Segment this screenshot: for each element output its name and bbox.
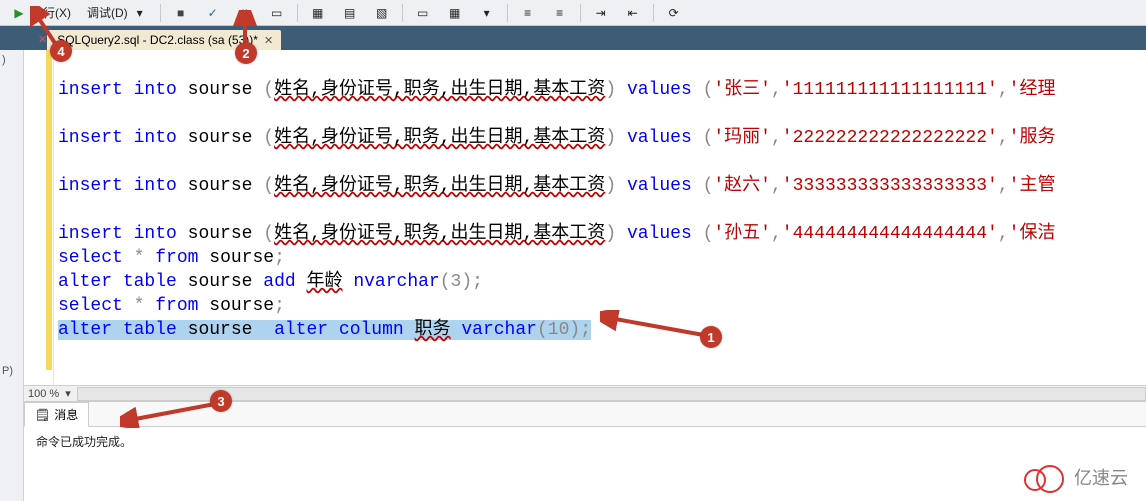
annotation-badge-1: 1 — [700, 326, 722, 348]
play-icon: ▶ — [11, 5, 27, 21]
messages-tab[interactable]: 🗒 消息 — [24, 402, 89, 427]
toolbar-btn-5[interactable]: ▧ — [367, 2, 397, 24]
grid-cog-icon: ⌗ — [237, 5, 253, 21]
separator — [653, 4, 654, 22]
separator — [402, 4, 403, 22]
left-label-1: ) — [0, 50, 23, 70]
messages-tabs: 🗒 消息 — [24, 402, 1146, 427]
code-line: insert into sourse (姓名,身份证号,职务,出生日期,基本工资… — [58, 176, 1055, 196]
zoom-value[interactable]: 100 % — [28, 388, 59, 400]
code-line-selected: alter table sourse alter column 职务 varch… — [58, 320, 591, 340]
separator — [297, 4, 298, 22]
stop-icon: ■ — [173, 5, 189, 21]
chevron-down-icon: ▾ — [132, 5, 148, 21]
debug-button[interactable]: 调试(D) ▾ — [80, 2, 155, 24]
outdent-icon: ≡ — [552, 5, 568, 21]
refresh-icon: ⟳ — [666, 5, 682, 21]
messages-pane: 🗒 消息 命令已成功完成。 — [24, 401, 1146, 501]
toolbar-btn-11[interactable]: ⟳ — [659, 2, 689, 24]
step-out-icon: ⇤ — [625, 5, 641, 21]
toolbar-btn-9[interactable]: ⇥ — [586, 2, 616, 24]
message-icon: 🗒 — [35, 408, 50, 422]
toolbar: ▶ 执行(X) 调试(D) ▾ ■ ✓ ⌗ ▭ ▦ ▤ ▧ ▭ ▦ ▾ ≡ ≡ … — [0, 0, 1146, 26]
toolbar-btn-8[interactable]: ▾ — [472, 2, 502, 24]
watermark: 亿速云 — [1022, 463, 1128, 491]
messages-body: 命令已成功完成。 — [24, 427, 1146, 456]
change-indicator — [46, 50, 52, 370]
chevron-down-icon: ▾ — [479, 5, 495, 21]
results-file-icon: ▧ — [374, 5, 390, 21]
indent-button[interactable]: ≡ — [513, 2, 543, 24]
toolbar-btn-1[interactable]: ⌗ — [230, 2, 260, 24]
step-icon: ⇥ — [593, 5, 609, 21]
left-panel-strip: ) P) — [0, 50, 24, 501]
code-line: select * from sourse; — [58, 248, 285, 268]
annotation-badge-2: 2 — [235, 42, 257, 64]
comment-icon: ▭ — [415, 5, 431, 21]
document-tab-bar: ✕ SQLQuery2.sql - DC2.class (sa (53))* ✕ — [0, 26, 1146, 50]
code-area[interactable]: insert into sourse (姓名,身份证号,职务,出生日期,基本工资… — [58, 54, 1146, 366]
left-label-2: P) — [0, 361, 15, 381]
doc-icon: ▭ — [269, 5, 285, 21]
chevron-down-icon[interactable]: ▾ — [65, 387, 71, 400]
toolbar-btn-10[interactable]: ⇤ — [618, 2, 648, 24]
results-text-icon: ▤ — [342, 5, 358, 21]
annotation-badge-4: 4 — [50, 40, 72, 62]
close-all-icon[interactable]: ✕ — [38, 33, 47, 46]
code-line: select * from sourse; — [58, 296, 285, 316]
cloud-icon — [1022, 463, 1066, 491]
messages-tab-label: 消息 — [54, 406, 78, 423]
check-icon: ✓ — [205, 5, 221, 21]
execute-label: 执行(X) — [31, 4, 71, 21]
sql-editor[interactable]: insert into sourse (姓名,身份证号,职务,出生日期,基本工资… — [24, 50, 1146, 385]
tab-title: SQLQuery2.sql - DC2.class (sa (53))* — [57, 33, 258, 47]
indent-icon: ≡ — [520, 5, 536, 21]
toolbar-btn-2[interactable]: ▭ — [262, 2, 292, 24]
message-text: 命令已成功完成。 — [36, 435, 132, 449]
watermark-text: 亿速云 — [1074, 464, 1128, 490]
stop-button[interactable]: ■ — [166, 2, 196, 24]
separator — [580, 4, 581, 22]
outdent-button[interactable]: ≡ — [545, 2, 575, 24]
code-line: alter table sourse add 年龄 nvarchar(3); — [58, 272, 483, 292]
execute-button[interactable]: ▶ 执行(X) — [4, 2, 78, 24]
horizontal-scrollbar[interactable] — [77, 387, 1146, 401]
code-line: insert into sourse (姓名,身份证号,职务,出生日期,基本工资… — [58, 80, 1055, 100]
toolbar-btn-6[interactable]: ▭ — [408, 2, 438, 24]
parse-button[interactable]: ✓ — [198, 2, 228, 24]
separator — [507, 4, 508, 22]
toolbar-btn-3[interactable]: ▦ — [303, 2, 333, 24]
results-grid-icon: ▦ — [310, 5, 326, 21]
close-icon[interactable]: ✕ — [264, 34, 273, 47]
grid-plain-icon: ▦ — [447, 5, 463, 21]
toolbar-btn-4[interactable]: ▤ — [335, 2, 365, 24]
code-line: insert into sourse (姓名,身份证号,职务,出生日期,基本工资… — [58, 224, 1055, 244]
separator — [160, 4, 161, 22]
toolbar-btn-7[interactable]: ▦ — [440, 2, 470, 24]
zoom-bar: 100 % ▾ — [24, 385, 1146, 401]
code-line: insert into sourse (姓名,身份证号,职务,出生日期,基本工资… — [58, 128, 1055, 148]
debug-label: 调试(D) — [87, 4, 128, 21]
annotation-badge-3: 3 — [210, 390, 232, 412]
editor-gutter — [24, 50, 54, 385]
